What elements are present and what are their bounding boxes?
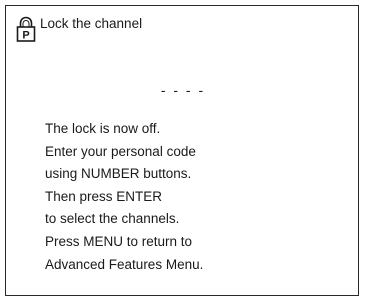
- instruction-line: using NUMBER buttons.: [45, 166, 192, 182]
- padlock-p-icon: P: [16, 16, 36, 42]
- instruction-line: to select the channels.: [45, 211, 180, 227]
- instruction-line: Then press ENTER: [45, 188, 163, 204]
- lock-channel-screen: P Lock the channel - - - - The lock is n…: [5, 5, 359, 296]
- personal-code-display: - - - -: [160, 82, 206, 98]
- screen-header: P Lock the channel: [16, 15, 142, 43]
- instructions-text: The lock is now off. Enter your personal…: [45, 118, 203, 276]
- instruction-line: The lock is now off.: [45, 121, 161, 136]
- screen-title: Lock the channel: [40, 16, 143, 31]
- svg-text:P: P: [22, 30, 29, 42]
- instruction-line: Press MENU to return to: [45, 233, 193, 249]
- instruction-line: Enter your personal code: [45, 143, 196, 159]
- instruction-line: Advanced Features Menu.: [45, 256, 204, 272]
